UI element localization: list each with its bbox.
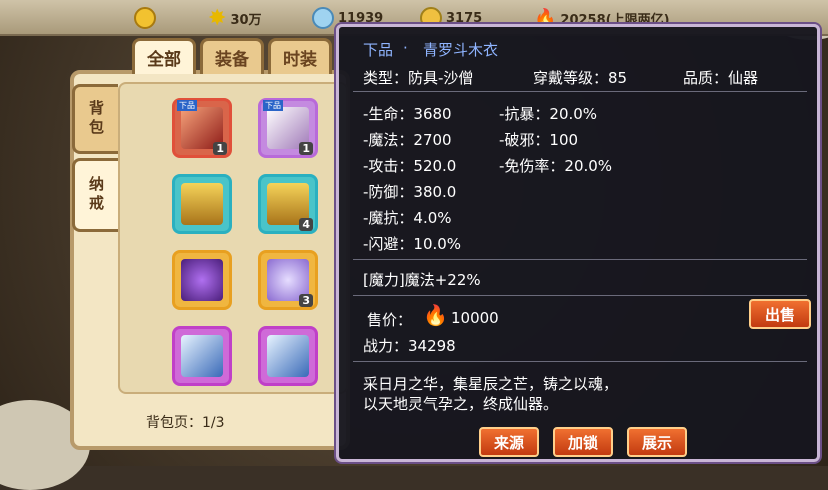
item-name: 青罗斗木衣	[423, 41, 499, 59]
item-slot[interactable]	[172, 250, 232, 310]
star-icon: ✸	[208, 5, 227, 31]
side-tab-ring[interactable]: 纳戒	[72, 158, 118, 232]
item-grade: 下品	[363, 41, 394, 59]
side-tab-bag[interactable]: 背包	[72, 84, 118, 154]
show-button[interactable]: 展示	[627, 427, 687, 457]
tab-fashion[interactable]: 时装	[268, 38, 332, 74]
grade-badge: 下品	[263, 100, 283, 111]
source-button[interactable]: 来源	[479, 427, 539, 457]
price-label: 售价：	[367, 311, 413, 329]
divider	[353, 259, 807, 260]
item-slot[interactable]: 4	[258, 174, 318, 234]
lock-resource[interactable]	[134, 6, 156, 30]
item-slot[interactable]	[172, 326, 232, 386]
grade-badge: 下品	[177, 100, 197, 111]
stat-crit-resist: -抗暴：20.0%	[499, 105, 598, 123]
item-count: 4	[299, 218, 313, 231]
divider	[353, 91, 807, 92]
item-slot[interactable]	[172, 174, 232, 234]
crystal-icon	[312, 7, 334, 29]
sell-button[interactable]: 出售	[749, 299, 811, 329]
blue-fire-icon: 🔥	[423, 303, 448, 327]
title-separator: ·	[403, 39, 408, 57]
item-type: 类型：防具-沙僧	[363, 69, 474, 87]
item-slot[interactable]: 下品 1	[258, 98, 318, 158]
stat-break-evil: -破邪：100	[499, 131, 579, 149]
tab-all[interactable]: 全部	[132, 38, 196, 74]
stat-mp: -魔法：2700	[363, 131, 452, 149]
stat-damage-reduction: -免伤率：20.0%	[499, 157, 613, 175]
crystal-ore-icon	[181, 259, 223, 301]
bag-page-indicator: 背包页：1/3	[146, 415, 225, 431]
treasure-chest-icon	[181, 183, 223, 225]
price-value: 10000	[451, 309, 499, 327]
lock-icon	[134, 7, 156, 29]
item-count: 3	[299, 294, 313, 307]
gem-shard-icon	[181, 335, 223, 377]
stat-magic-resist: -魔抗：4.0%	[363, 209, 452, 227]
divider	[353, 361, 807, 362]
stat-defense: -防御：380.0	[363, 183, 457, 201]
tab-equipment[interactable]: 装备	[200, 38, 264, 74]
item-description-line: 采日月之华，集星辰之芒，铸之以魂，	[363, 375, 619, 393]
item-count: 1	[299, 142, 313, 155]
stat-attack: -攻击：520.0	[363, 157, 457, 175]
lock-button[interactable]: 加锁	[553, 427, 613, 457]
item-level: 穿戴等级：85	[533, 69, 628, 87]
item-quality: 品质：仙器	[683, 69, 759, 87]
special-attribute: [魔力]魔法+22%	[363, 271, 481, 289]
item-slot[interactable]	[258, 326, 318, 386]
gem-shard-icon	[267, 335, 309, 377]
stat-dodge: -闪避：10.0%	[363, 235, 462, 253]
item-slot[interactable]: 3	[258, 250, 318, 310]
gold-resource: ✸ 30万	[208, 5, 262, 31]
item-count: 1	[213, 142, 227, 155]
stat-hp: -生命：3680	[363, 105, 452, 123]
combat-power: 战力：34298	[363, 337, 456, 355]
divider	[353, 295, 807, 296]
item-tooltip-dialog: 下品 · 青罗斗木衣 类型：防具-沙僧 穿戴等级：85 品质：仙器 -生命：36…	[336, 24, 820, 462]
item-description-line: 以天地灵气孕之，终成仙器。	[363, 395, 559, 413]
gold-value: 30万	[230, 12, 262, 28]
item-slot[interactable]: 下品 1	[172, 98, 232, 158]
